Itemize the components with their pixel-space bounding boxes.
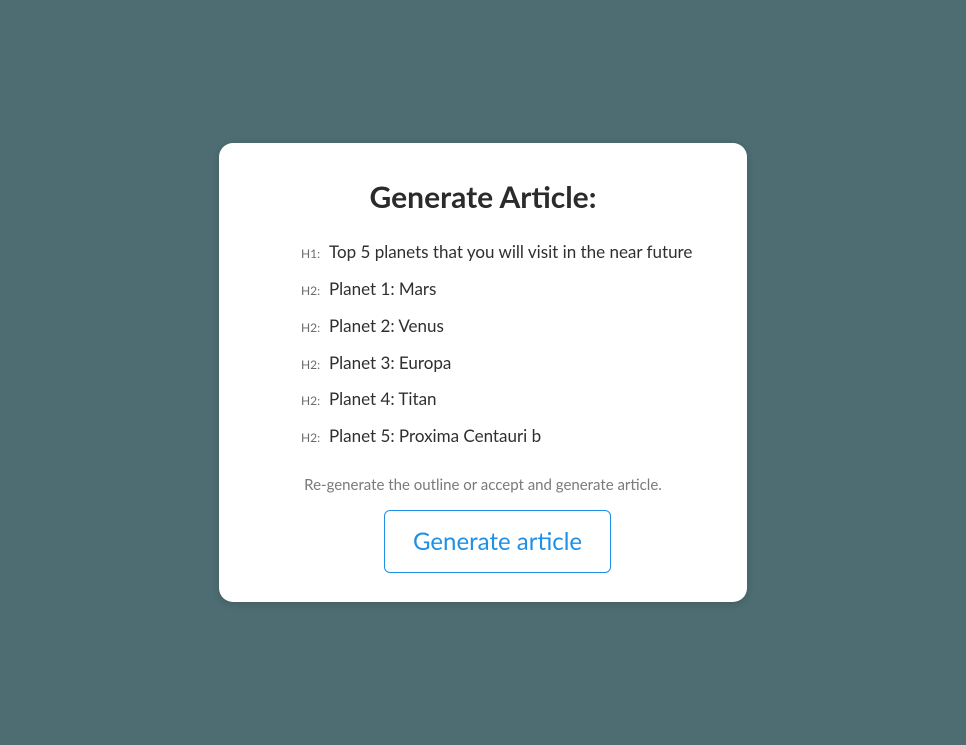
outline-text: Planet 1: Mars xyxy=(329,278,436,301)
outline-tag: H2: xyxy=(301,430,329,445)
outline-row: H2: Planet 1: Mars xyxy=(301,278,697,301)
outline-text: Planet 4: Titan xyxy=(329,388,437,411)
outline-tag: H1: xyxy=(301,246,329,261)
generate-article-button[interactable]: Generate article xyxy=(384,510,611,573)
outline-tag: H2: xyxy=(301,283,329,298)
outline-tag: H2: xyxy=(301,393,329,408)
outline-text: Planet 5: Proxima Centauri b xyxy=(329,425,541,448)
outline-row: H2: Planet 3: Europa xyxy=(301,352,697,375)
outline-row: H2: Planet 5: Proxima Centauri b xyxy=(301,425,697,448)
generate-article-card: Generate Article: H1: Top 5 planets that… xyxy=(219,143,747,603)
outline-row: H1: Top 5 planets that you will visit in… xyxy=(301,241,697,264)
outline-text: Top 5 planets that you will visit in the… xyxy=(329,241,692,264)
outline-list: H1: Top 5 planets that you will visit in… xyxy=(249,241,717,449)
outline-text: Planet 3: Europa xyxy=(329,352,451,375)
helper-text: Re-generate the outline or accept and ge… xyxy=(249,476,717,494)
outline-tag: H2: xyxy=(301,357,329,372)
card-title: Generate Article: xyxy=(249,179,717,215)
outline-row: H2: Planet 4: Titan xyxy=(301,388,697,411)
outline-text: Planet 2: Venus xyxy=(329,315,444,338)
outline-row: H2: Planet 2: Venus xyxy=(301,315,697,338)
outline-tag: H2: xyxy=(301,320,329,335)
action-row: Re-generate headlin Generate article xyxy=(249,522,717,558)
